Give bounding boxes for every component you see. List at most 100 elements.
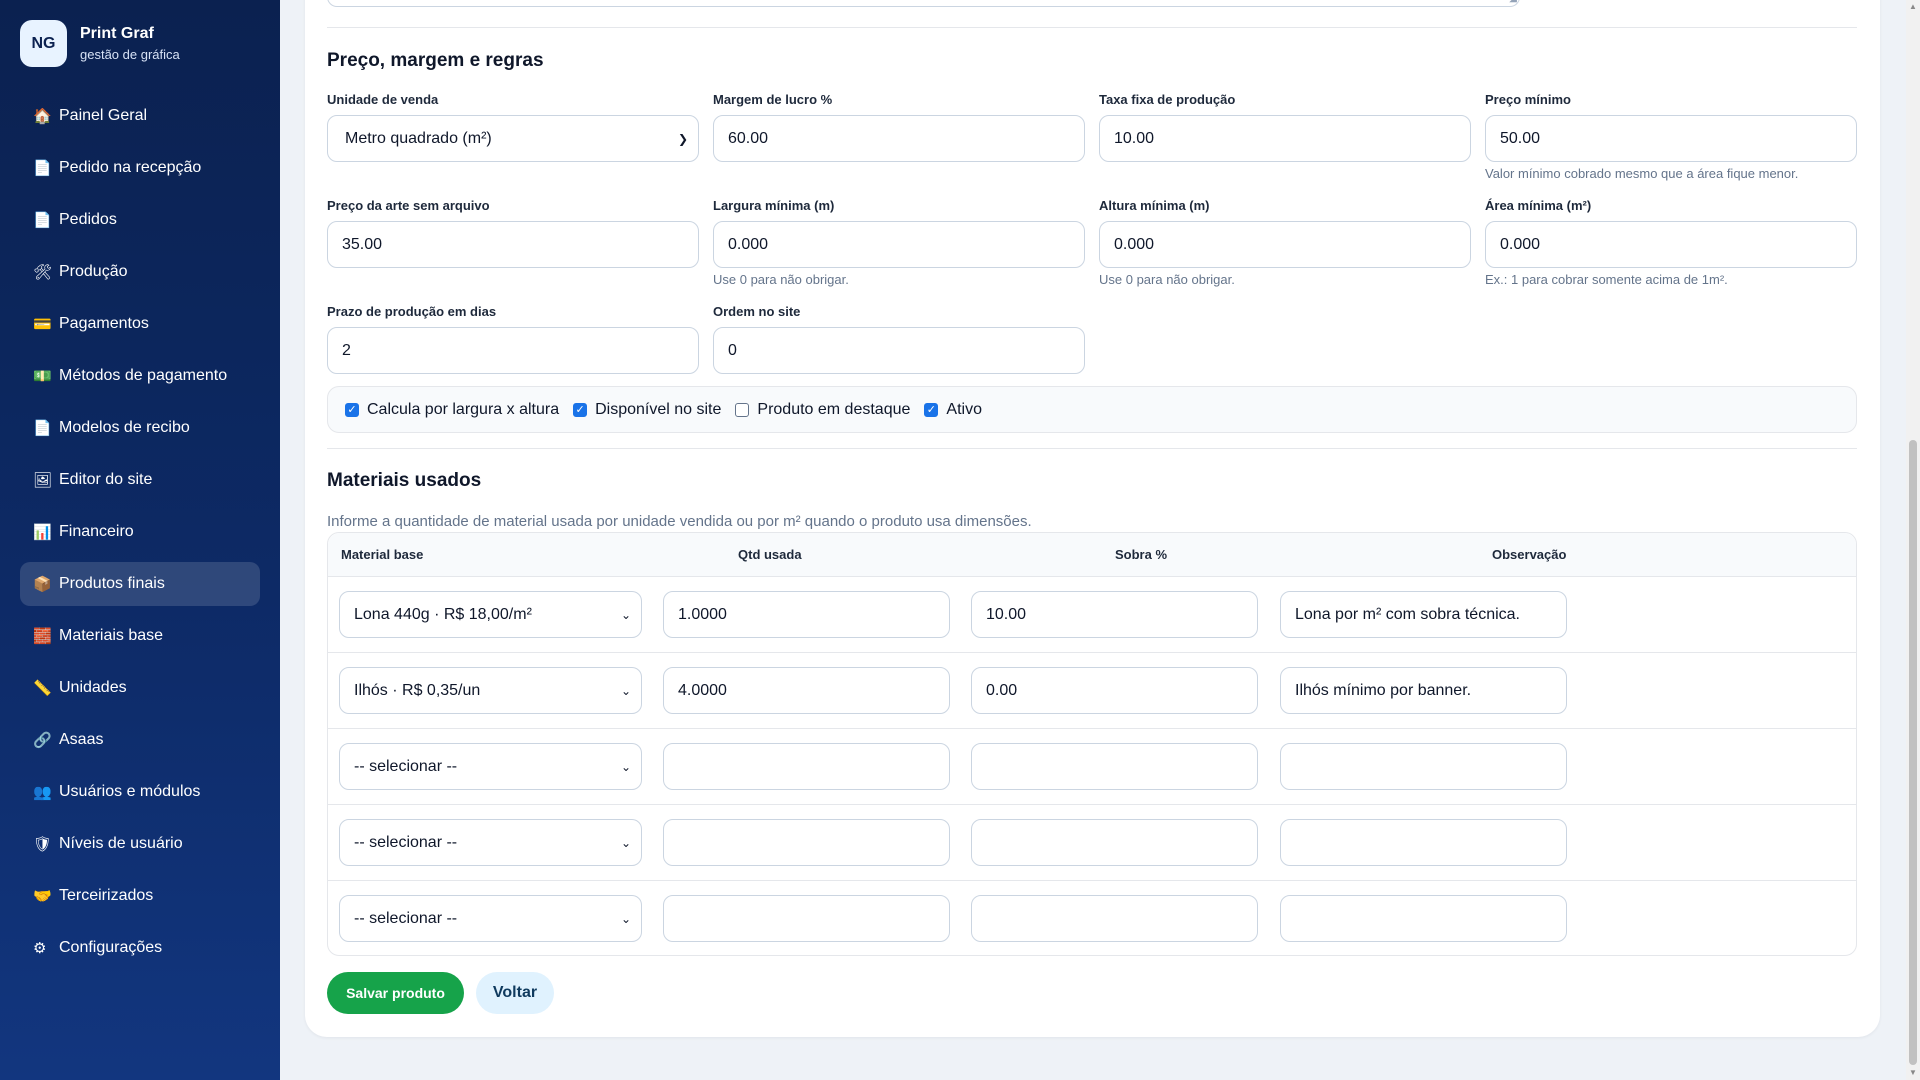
sidebar-item-pagamentos[interactable]: 💳 Pagamentos bbox=[20, 302, 260, 346]
checkbox-checked[interactable]: ✓ bbox=[573, 402, 588, 417]
product-form-card: ◢ Preço, margem e regras Unidade de vend… bbox=[305, 0, 1880, 1037]
scroll-up-icon[interactable]: ▲ bbox=[1906, 0, 1920, 14]
min-price-input[interactable]: 50.00 bbox=[1485, 115, 1857, 162]
sidebar-item-materiais-base[interactable]: 🧱 Materiais base bbox=[20, 614, 260, 658]
sidebar-item-terceirizados[interactable]: 🤝 Terceirizados bbox=[20, 874, 260, 918]
chevron-down-icon: ⌄ bbox=[620, 683, 631, 698]
lead-time-input[interactable]: 2 bbox=[327, 327, 699, 374]
checkbox-checked[interactable]: ✓ bbox=[924, 402, 939, 417]
waste-input[interactable]: 0.00 bbox=[971, 667, 1258, 714]
min-area-input[interactable]: 0.000 bbox=[1485, 221, 1857, 268]
header-material: Material base bbox=[341, 547, 424, 562]
sidebar-item-financeiro[interactable]: 📊 Financeiro bbox=[20, 510, 260, 554]
back-button[interactable]: Voltar bbox=[476, 972, 554, 1014]
material-select[interactable]: Lona 440g · R$ 18,00/m² ⌄ bbox=[339, 591, 642, 638]
min-height-hint: Use 0 para não obrigar. bbox=[1099, 272, 1235, 287]
receipt-icon: 📄 bbox=[33, 420, 52, 437]
fixed-fee-label: Taxa fixa de produção bbox=[1099, 92, 1236, 107]
chevron-down-icon: ⌄ bbox=[620, 835, 631, 850]
material-select[interactable]: -- selecionar -- ⌄ bbox=[339, 819, 642, 866]
page-scrollbar[interactable]: ▲ ▼ bbox=[1906, 0, 1920, 1080]
sidebar-item-label: Unidades bbox=[59, 679, 127, 696]
qty-input[interactable] bbox=[663, 895, 950, 942]
resize-grip-icon[interactable]: ◢ bbox=[1509, 0, 1517, 4]
min-height-input[interactable]: 0.000 bbox=[1099, 221, 1471, 268]
sidebar-item-produtos-finais[interactable]: 📦 Produtos finais bbox=[20, 562, 260, 606]
scroll-down-icon[interactable]: ▼ bbox=[1906, 1066, 1920, 1080]
margin-label: Margem de lucro % bbox=[713, 92, 833, 107]
checkbox-option[interactable]: ✓ Disponível no site bbox=[573, 401, 721, 419]
note-input[interactable]: Ilhós mínimo por banner. bbox=[1280, 667, 1567, 714]
sidebar-item-unidades[interactable]: 📏 Unidades bbox=[20, 666, 260, 710]
note-input[interactable] bbox=[1280, 895, 1567, 942]
qty-input[interactable]: 4.0000 bbox=[663, 667, 950, 714]
description-textarea[interactable]: ◢ bbox=[327, 0, 1520, 7]
brand-logo: NG bbox=[20, 20, 67, 67]
sidebar-item-pedidos[interactable]: 📄 Pedidos bbox=[20, 198, 260, 242]
art-price-input[interactable]: 35.00 bbox=[327, 221, 699, 268]
checkbox-option[interactable]: Produto em destaque bbox=[735, 401, 910, 419]
sidebar-item-label: Níveis de usuário bbox=[59, 835, 183, 852]
checkbox-label: Produto em destaque bbox=[757, 400, 911, 418]
site-order-input[interactable]: 0 bbox=[713, 327, 1085, 374]
sidebar-item-label: Financeiro bbox=[59, 523, 134, 540]
material-select[interactable]: Ilhós · R$ 0,35/un ⌄ bbox=[339, 667, 642, 714]
material-select-value: -- selecionar -- bbox=[354, 909, 458, 927]
qty-input[interactable] bbox=[663, 743, 950, 790]
sidebar-item-pedido-na-recepcao[interactable]: 📄 Pedido na recepção bbox=[20, 146, 260, 190]
qty-input[interactable] bbox=[663, 819, 950, 866]
sidebar-item-usuarios-e-modulos[interactable]: 👥 Usuários e módulos bbox=[20, 770, 260, 814]
fixed-fee-input[interactable]: 10.00 bbox=[1099, 115, 1471, 162]
header-note: Observação bbox=[1492, 547, 1567, 562]
checkbox-label: Disponível no site bbox=[595, 400, 722, 418]
sidebar-item-label: Asaas bbox=[59, 731, 104, 748]
waste-input[interactable] bbox=[971, 819, 1258, 866]
handshake-icon: 🤝 bbox=[33, 888, 52, 905]
table-row: -- selecionar -- ⌄ bbox=[328, 805, 1856, 881]
sidebar-item-modelos-de-recibo[interactable]: 📄 Modelos de recibo bbox=[20, 406, 260, 450]
divider bbox=[327, 448, 1857, 449]
min-width-label: Largura mínima (m) bbox=[713, 198, 835, 213]
save-product-button[interactable]: Salvar produto bbox=[327, 972, 464, 1014]
material-select[interactable]: -- selecionar -- ⌄ bbox=[339, 743, 642, 790]
margin-input[interactable]: 60.00 bbox=[713, 115, 1085, 162]
scroll-thumb[interactable] bbox=[1909, 440, 1917, 1065]
sidebar-item-producao[interactable]: 🛠 Produção bbox=[20, 250, 260, 294]
ruler-icon: 📏 bbox=[33, 680, 52, 697]
brand-subtitle: gestão de gráfica bbox=[80, 46, 180, 62]
section-title-pricing: Preço, margem e regras bbox=[327, 50, 544, 71]
qty-input[interactable]: 1.0000 bbox=[663, 591, 950, 638]
sidebar-item-metodos-de-pagamento[interactable]: 💵 Métodos de pagamento bbox=[20, 354, 260, 398]
sidebar-item-label: Materiais base bbox=[59, 627, 164, 644]
min-width-input[interactable]: 0.000 bbox=[713, 221, 1085, 268]
unit-select[interactable]: Metro quadrado (m²) ❯ bbox=[327, 115, 699, 162]
sidebar-item-label: Usuários e módulos bbox=[59, 783, 201, 800]
note-input[interactable] bbox=[1280, 743, 1567, 790]
checkbox-label: Ativo bbox=[946, 400, 982, 418]
document-icon: 📄 bbox=[33, 212, 52, 229]
waste-input[interactable] bbox=[971, 895, 1258, 942]
waste-input[interactable] bbox=[971, 743, 1258, 790]
money-icon: 💵 bbox=[33, 368, 52, 385]
checkbox-option[interactable]: ✓ Ativo bbox=[924, 401, 982, 419]
brand-name: Print Graf bbox=[80, 24, 154, 42]
chevron-down-icon: ❯ bbox=[677, 131, 688, 146]
link-icon: 🔗 bbox=[33, 732, 52, 749]
sidebar-item-asaas[interactable]: 🔗 Asaas bbox=[20, 718, 260, 762]
note-input[interactable]: Lona por m² com sobra técnica. bbox=[1280, 591, 1567, 638]
sidebar-item-niveis-de-usuario[interactable]: 🛡 Níveis de usuário bbox=[20, 822, 260, 866]
sidebar-item-configuracoes[interactable]: ⚙ Configurações bbox=[20, 926, 260, 970]
sidebar-item-editor-do-site[interactable]: 🖼 Editor do site bbox=[20, 458, 260, 502]
checkbox-unchecked[interactable] bbox=[735, 402, 750, 417]
chevron-down-icon: ⌄ bbox=[620, 607, 631, 622]
waste-input[interactable]: 10.00 bbox=[971, 591, 1258, 638]
note-input[interactable] bbox=[1280, 819, 1567, 866]
material-select-value: Lona 440g · R$ 18,00/m² bbox=[354, 605, 532, 623]
sidebar-item-painel-geral[interactable]: 🏠 Painel Geral bbox=[20, 94, 260, 138]
checkbox-checked[interactable]: ✓ bbox=[345, 402, 359, 417]
checkbox-option[interactable]: ✓ Calcula por largura x altura bbox=[345, 401, 559, 419]
material-select[interactable]: -- selecionar -- ⌄ bbox=[339, 895, 642, 942]
sidebar-item-label: Editor do site bbox=[59, 471, 153, 488]
sidebar-nav: 🏠 Painel Geral 📄 Pedido na recepção 📄 Pedidos… bbox=[20, 94, 260, 978]
brand: NG Print Graf gestão de gráfica bbox=[20, 20, 180, 67]
